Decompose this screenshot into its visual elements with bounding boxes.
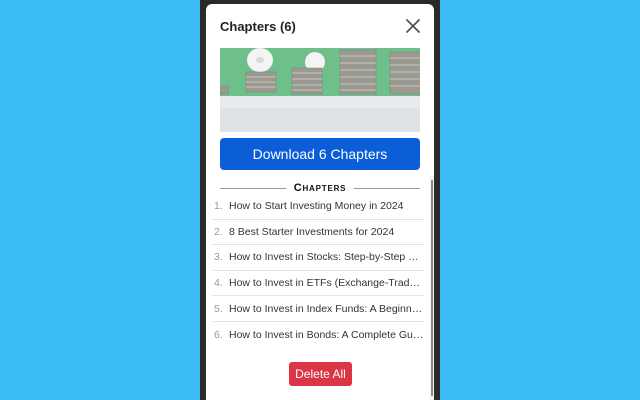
chapter-title: How to Invest in Bonds: A Complete Guide [229,328,424,341]
close-icon[interactable] [404,17,422,35]
chapters-scroll-area[interactable]: Chapters 1. How to Start Investing Money… [206,176,434,400]
chapter-number: 5. [214,302,223,315]
scrollbar-track[interactable] [430,176,434,400]
chapter-item[interactable]: 5. How to Invest in Index Funds: A Begin… [212,296,424,322]
chapter-title: How to Start Investing Money in 2024 [229,200,404,213]
chapter-item[interactable]: 4. How to Invest in ETFs (Exchange-Trade… [212,271,424,297]
chapter-item[interactable]: 2. 8 Best Starter Investments for 2024 [212,220,424,246]
chapter-number: 2. [214,225,223,238]
hero-image [220,48,420,132]
chapter-number: 3. [214,251,223,264]
chapter-number: 6. [214,328,223,341]
chapter-item[interactable]: 3. How to Invest in Stocks: Step-by-Step… [212,245,424,271]
chapter-title: How to Invest in ETFs (Exchange-Traded F… [229,277,424,290]
chapter-title: How to Invest in Index Funds: A Beginner… [229,302,424,315]
chapter-item[interactable]: 1. How to Start Investing Money in 2024 [212,194,424,220]
chapter-number: 1. [214,200,223,213]
heading-divider-left [220,187,286,189]
chapter-item[interactable]: 6. How to Invest in Bonds: A Complete Gu… [212,322,424,348]
chapters-panel: Chapters (6) Download 6 Chapters Chapter… [206,4,434,400]
scrollbar-thumb[interactable] [431,180,433,396]
delete-all-button[interactable]: Delete All [289,362,352,386]
heading-divider-right [354,187,421,189]
chapter-number: 4. [214,277,223,290]
chapter-title: 8 Best Starter Investments for 2024 [229,225,395,238]
chapter-list: 1. How to Start Investing Money in 2024 … [212,194,424,348]
download-chapters-button[interactable]: Download 6 Chapters [220,138,420,170]
chapter-title: How to Invest in Stocks: Step-by-Step Gu… [229,251,424,264]
panel-title: Chapters (6) [220,18,296,34]
section-heading-label: Chapters [293,182,347,194]
panel-header: Chapters (6) [206,4,434,48]
